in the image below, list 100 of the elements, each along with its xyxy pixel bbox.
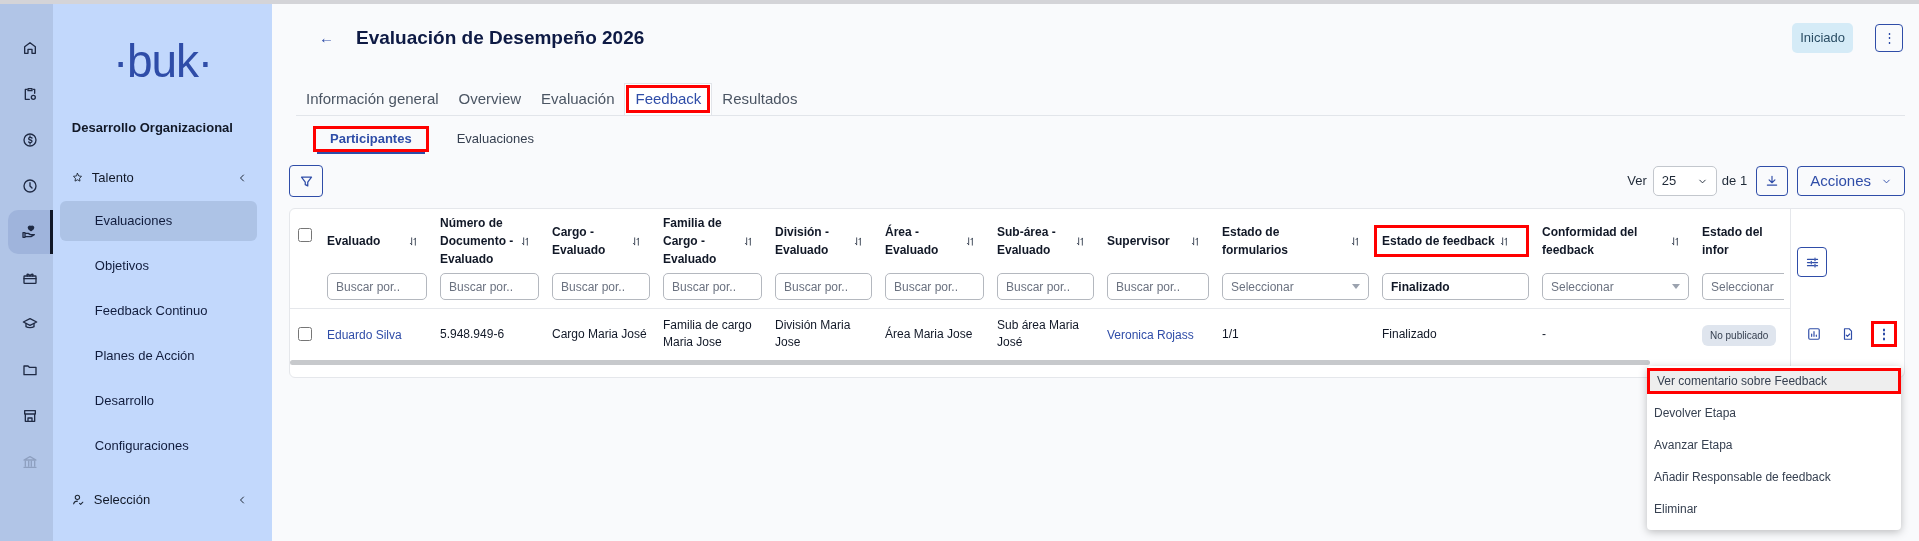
column-settings-button[interactable] [1797,247,1827,277]
tab[interactable]: Resultados [712,83,808,115]
filter-field[interactable]: Buscar por.. [327,273,427,300]
column-header: Conformidad del feedback [1542,224,1639,259]
sort-icon [1190,235,1201,247]
nav-group[interactable]: Selección [71,481,248,518]
sort-icon [520,235,531,247]
bank-icon [22,454,39,470]
nav-item[interactable]: Feedback Continuo [59,290,257,331]
document-check-icon [1841,327,1855,341]
page-size-select[interactable]: 25 [1652,166,1717,196]
menu-item[interactable]: Ver comentario sobre Feedback [1647,368,1901,394]
folder-icon [22,362,39,378]
tab[interactable]: Información general [296,83,449,115]
page-size-label: Ver [1627,172,1647,191]
clock-icon [22,178,39,194]
bar-chart-icon [1807,327,1821,341]
nav-rail-button[interactable] [7,210,53,254]
logo: ·buk· [111,38,213,84]
home-icon [22,40,39,56]
sort-icon [631,235,642,247]
row-checkbox[interactable] [298,327,312,341]
clipboard-clock-icon [22,86,39,102]
filter-field[interactable]: Buscar por.. [663,273,762,300]
back-button[interactable]: ← [319,26,334,50]
filter-icon [298,173,314,189]
scrollbar[interactable] [290,360,1650,365]
status-badge: Iniciado [1792,23,1853,53]
table-cell-text: Cargo Maria José [552,325,648,343]
row-more-button[interactable]: ⋮ [1871,321,1897,347]
column-header: Familia de Cargo - Evaluado [663,215,723,268]
download-icon [1765,174,1780,188]
table-cell-text: Sub área Maria José [997,317,1081,351]
column-header: Evaluado [327,233,382,250]
store-icon [22,408,39,424]
sort-icon [1670,235,1681,247]
hand-heart-icon [20,224,37,240]
nav-group[interactable]: Talento [71,159,248,196]
column-header: Área - Evaluado [885,223,940,259]
actions-button[interactable]: Acciones [1797,166,1905,196]
table-cell-text: 1/1 [1222,325,1240,343]
column-header: Sub-área - Evaluado [997,224,1057,259]
menu-item[interactable]: Devolver Etapa [1647,400,1901,426]
filter-field[interactable]: Buscar por.. [997,273,1094,300]
table-cell-text: Área Maria Jose [885,325,974,343]
menu-item[interactable]: Añadir Responsable de feedback [1647,464,1901,490]
filter-field[interactable]: Buscar por.. [885,273,984,300]
nav-item[interactable]: Configuraciones [59,425,257,466]
download-button[interactable] [1756,166,1789,196]
subtab[interactable]: Participantes [313,126,429,152]
person-link[interactable]: Eduardo Silva [327,328,402,342]
table-cell-text: Familia de cargo Maria Jose [663,317,753,351]
sort-icon [965,235,976,247]
sort-icon [1075,235,1086,247]
menu-item[interactable]: Eliminar [1647,496,1901,522]
column-header: Número de Documento - Evaluado [440,215,515,268]
table-cell-text: 5.948.949-6 [440,325,506,343]
dollar-icon [22,132,39,148]
filter-field[interactable]: Buscar por.. [1107,273,1209,300]
sort-icon [1350,235,1361,247]
tab[interactable]: Feedback [624,83,713,115]
star-icon [71,172,83,183]
nav-item[interactable]: Desarrollo [59,380,257,421]
filter-field[interactable]: Finalizado [1382,273,1529,300]
page-title: Evaluación de Desempeño 2026 [356,25,646,50]
filter-field[interactable]: Buscar por.. [775,273,872,300]
column-header: Cargo - Evaluado [552,224,607,259]
filter-field[interactable]: Buscar por.. [440,273,539,300]
select-all-checkbox[interactable] [298,228,312,242]
nav-item[interactable]: Planes de Acción [59,335,257,376]
menu-item[interactable]: Avanzar Etapa [1647,432,1901,458]
filter-select[interactable]: Seleccionar [1542,273,1689,300]
column-header: Estado del infor [1702,224,1764,259]
tab[interactable]: Overview [448,83,532,115]
filter-field[interactable]: Buscar por.. [552,273,650,300]
person-check-icon [71,493,85,506]
filter-select[interactable]: Seleccionar [1702,273,1784,300]
subtab[interactable]: Evaluaciones [442,126,548,152]
column-header: División - Evaluado [775,224,830,259]
filter-button[interactable] [289,165,323,197]
table-cell-text: Finalizado [1382,325,1438,343]
column-header: Supervisor [1107,233,1171,250]
dropdown-caret-icon [1672,284,1680,289]
page-count: de 1 [1721,172,1748,191]
status-badge: No publicado [1702,325,1777,346]
nav-item[interactable]: Objetivos [59,245,257,286]
sort-icon [408,235,419,247]
column-header: Estado de formularios [1222,224,1289,259]
sort-icon [853,235,864,247]
column-header: Estado de feedback [1382,233,1495,250]
sort-icon [743,235,754,247]
dropdown-caret-icon [1352,284,1360,289]
more-button[interactable]: ⋮ [1875,24,1903,52]
sort-icon [1498,235,1510,247]
section-title: Desarrollo Organizacional [71,119,234,137]
table-cell-text: - [1542,325,1547,343]
nav-item[interactable]: Evaluaciones [59,200,257,241]
tab[interactable]: Evaluación [531,83,625,115]
filter-select[interactable]: Seleccionar [1222,273,1369,300]
person-link[interactable]: Veronica Rojass [1107,328,1194,342]
